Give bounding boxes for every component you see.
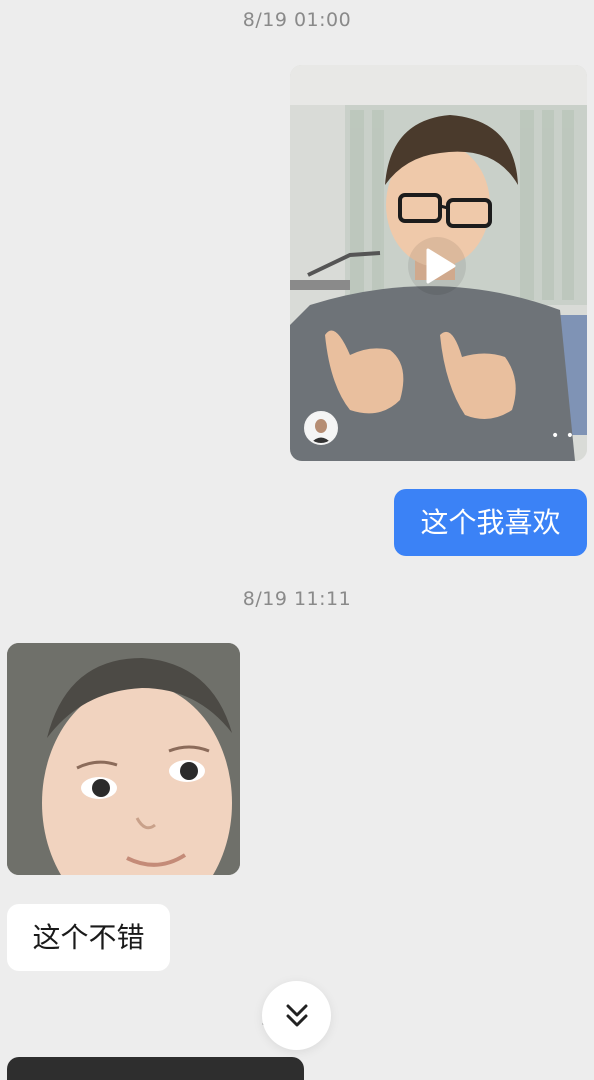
- double-chevron-down-icon: [286, 1004, 307, 1026]
- outgoing-message-bubble[interactable]: 这个我喜欢: [394, 489, 587, 556]
- sticker-image: [7, 643, 240, 875]
- play-icon[interactable]: [408, 237, 466, 295]
- more-icon[interactable]: • •: [551, 429, 575, 443]
- chat-screen: 8/19 01:00 • • 这个我喜欢 8/19 11:11 这个不错: [0, 0, 594, 1080]
- message-timestamp: 8/19 01:00: [242, 9, 352, 31]
- next-message-card[interactable]: [7, 1057, 304, 1080]
- creator-avatar[interactable]: [304, 411, 338, 445]
- scroll-to-bottom-button[interactable]: [262, 981, 331, 1050]
- image-message-card[interactable]: [7, 643, 240, 875]
- message-timestamp: 8/19 11:11: [242, 588, 352, 610]
- video-message-card[interactable]: • •: [290, 65, 587, 461]
- incoming-message-bubble[interactable]: 这个不错: [7, 904, 170, 971]
